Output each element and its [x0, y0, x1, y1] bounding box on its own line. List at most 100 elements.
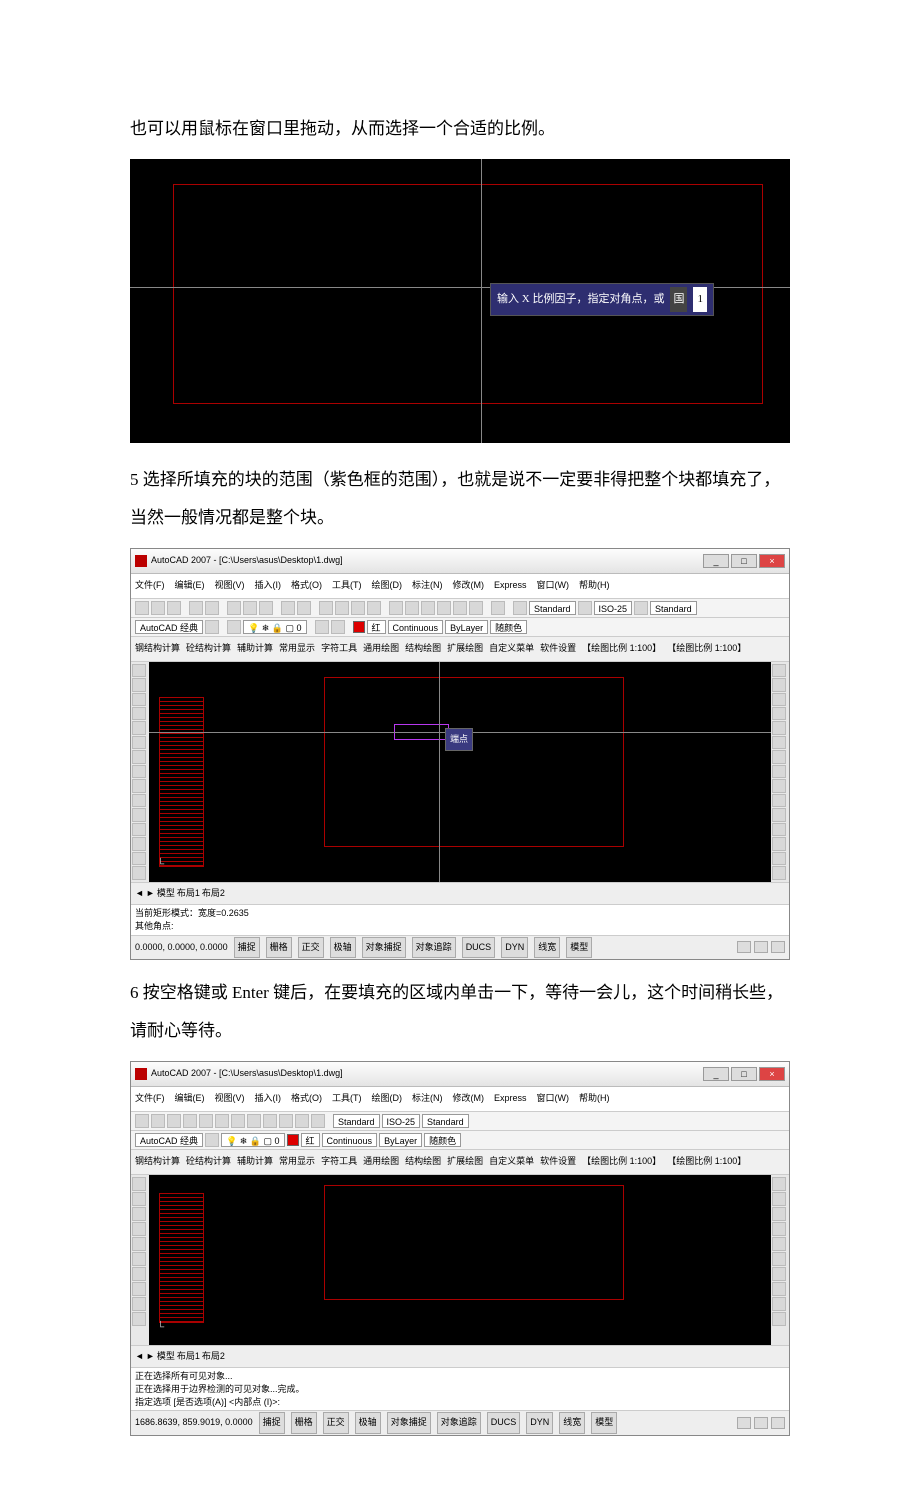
save-icon[interactable] [167, 601, 181, 615]
explode-icon[interactable] [772, 1312, 786, 1326]
tab-text[interactable]: 字符工具 [321, 639, 357, 659]
offset-icon[interactable] [772, 1222, 786, 1236]
line-icon[interactable] [132, 664, 146, 677]
text-style-icon[interactable] [513, 601, 527, 615]
tab-display[interactable]: 常用显示 [279, 1152, 315, 1172]
tab-struct[interactable]: 结构绘图 [405, 639, 441, 659]
paste-icon[interactable] [259, 601, 273, 615]
properties-icon[interactable] [389, 601, 403, 615]
arc-icon[interactable] [132, 736, 146, 749]
color-combo[interactable]: 红 [301, 1133, 320, 1147]
spline-icon[interactable] [132, 1282, 146, 1296]
new-icon[interactable] [135, 1114, 149, 1128]
tab-struct[interactable]: 结构绘图 [405, 1152, 441, 1172]
layer-state-icon[interactable] [315, 620, 329, 634]
color-swatch[interactable] [353, 621, 365, 633]
arc-icon[interactable] [132, 1252, 146, 1266]
lwt-toggle[interactable]: 线宽 [534, 937, 560, 959]
open-icon[interactable] [151, 601, 165, 615]
menu-window[interactable]: 窗口(W) [537, 576, 570, 596]
tab-concrete[interactable]: 砼结构计算 [186, 1152, 231, 1172]
layer-icon[interactable] [227, 620, 241, 634]
menu-draw[interactable]: 绘图(D) [372, 576, 403, 596]
menu-insert[interactable]: 插入(I) [255, 576, 282, 596]
circle-icon[interactable] [132, 750, 146, 763]
markup-icon[interactable] [453, 601, 467, 615]
linetype-combo[interactable]: Continuous [388, 620, 444, 634]
print-icon[interactable] [183, 1114, 197, 1128]
print-icon[interactable] [189, 601, 203, 615]
menu-modify[interactable]: 修改(M) [453, 1089, 485, 1109]
tab-ext[interactable]: 扩展绘图 [447, 1152, 483, 1172]
color-combo[interactable]: 红 [367, 620, 386, 634]
polygon-icon[interactable] [132, 1222, 146, 1236]
ortho-toggle[interactable]: 正交 [298, 937, 324, 959]
pline-icon[interactable] [132, 1207, 146, 1221]
pline-icon[interactable] [132, 693, 146, 706]
tab-ext[interactable]: 扩展绘图 [447, 639, 483, 659]
rectangle-icon[interactable] [132, 1237, 146, 1251]
dim-style-combo[interactable]: ISO-25 [594, 601, 633, 615]
extend-icon[interactable] [772, 808, 786, 821]
menu-tools[interactable]: 工具(T) [332, 576, 362, 596]
tab-layout1[interactable]: 布局1 [177, 1347, 200, 1367]
tab-steel[interactable]: 钢结构计算 [135, 639, 180, 659]
menu-dim[interactable]: 标注(N) [412, 1089, 443, 1109]
undo-icon[interactable] [247, 1114, 261, 1128]
osnap-toggle[interactable]: 对象捕捉 [387, 1412, 431, 1434]
plotstyle-combo[interactable]: 随颜色 [424, 1133, 461, 1147]
tool-palette-icon[interactable] [421, 601, 435, 615]
spline-icon[interactable] [132, 779, 146, 792]
command-line[interactable]: 当前矩形模式：宽度=0.2635 其他角点: [131, 904, 789, 934]
preview-icon[interactable] [205, 601, 219, 615]
tray-icon[interactable] [754, 941, 768, 953]
copy-icon[interactable] [215, 1114, 229, 1128]
redo-icon[interactable] [297, 601, 311, 615]
rectangle-icon[interactable] [132, 721, 146, 734]
new-icon[interactable] [135, 601, 149, 615]
mirror-icon[interactable] [772, 1207, 786, 1221]
zoom-window-icon[interactable] [351, 601, 365, 615]
text-icon[interactable] [132, 866, 146, 879]
tab-general[interactable]: 通用绘图 [363, 639, 399, 659]
scale-icon[interactable] [772, 1267, 786, 1281]
maximize-button[interactable]: □ [731, 1067, 757, 1081]
cut-icon[interactable] [199, 1114, 213, 1128]
zoom-icon[interactable] [335, 601, 349, 615]
menu-dim[interactable]: 标注(N) [412, 576, 443, 596]
zoom-prev-icon[interactable] [367, 601, 381, 615]
tray-icon[interactable] [771, 1417, 785, 1429]
tab-aux[interactable]: 辅助计算 [237, 1152, 273, 1172]
help-icon[interactable] [491, 601, 505, 615]
dyn-toggle[interactable]: DYN [526, 1412, 553, 1434]
trim-icon[interactable] [772, 794, 786, 807]
redo-icon[interactable] [263, 1114, 277, 1128]
text-style-combo[interactable]: Standard [529, 601, 576, 615]
menu-view[interactable]: 视图(V) [215, 1089, 245, 1109]
text-style-combo[interactable]: Standard [333, 1114, 380, 1128]
xline-icon[interactable] [132, 1192, 146, 1206]
open-icon[interactable] [151, 1114, 165, 1128]
drawing-canvas[interactable]: 端点 └ [149, 662, 771, 882]
tab-concrete[interactable]: 砼结构计算 [186, 639, 231, 659]
dyn-toggle[interactable]: DYN [501, 937, 528, 959]
line-icon[interactable] [132, 1177, 146, 1191]
hatch-icon[interactable] [132, 1297, 146, 1311]
ducs-toggle[interactable]: DUCS [462, 937, 496, 959]
scale-icon[interactable] [772, 765, 786, 778]
snap-toggle[interactable]: 捕捉 [259, 1412, 285, 1434]
dim-style-icon[interactable] [578, 601, 592, 615]
dim-style-combo[interactable]: ISO-25 [382, 1114, 421, 1128]
trim-icon[interactable] [772, 1282, 786, 1296]
workspace-combo[interactable]: AutoCAD 经典 [135, 1133, 203, 1147]
close-button[interactable]: × [759, 1067, 785, 1081]
grid-toggle[interactable]: 栅格 [291, 1412, 317, 1434]
tab-steel[interactable]: 钢结构计算 [135, 1152, 180, 1172]
menu-express[interactable]: Express [494, 1089, 527, 1109]
maximize-button[interactable]: □ [731, 554, 757, 568]
plotstyle-combo[interactable]: 随颜色 [490, 620, 527, 634]
fillet-icon[interactable] [772, 837, 786, 850]
tab-general[interactable]: 通用绘图 [363, 1152, 399, 1172]
copy-obj-icon[interactable] [772, 1192, 786, 1206]
tab-text[interactable]: 字符工具 [321, 1152, 357, 1172]
